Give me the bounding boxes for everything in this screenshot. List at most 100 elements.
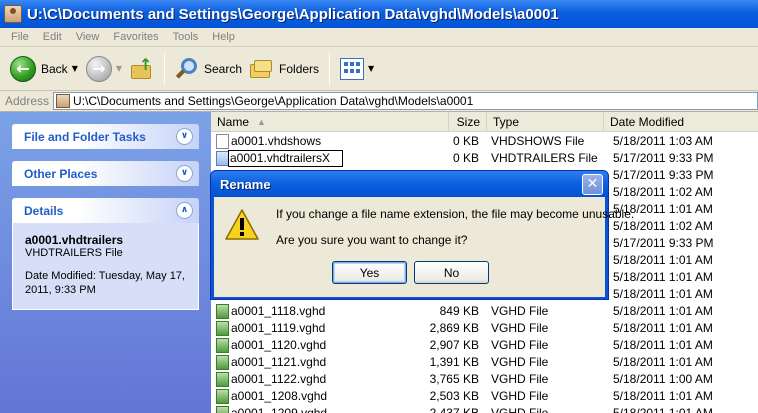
views-icon xyxy=(340,57,365,80)
file-date-cell: 5/18/2011 1:01 AM xyxy=(613,304,713,318)
chevron-down-icon[interactable]: ∨ xyxy=(176,128,193,145)
file-date-cell: 5/17/2011 9:33 PM xyxy=(613,236,714,250)
menu-file[interactable]: File xyxy=(4,31,36,43)
up-button[interactable]: ↑ xyxy=(126,52,158,86)
chevron-up-icon[interactable]: ∧ xyxy=(176,202,193,219)
rename-dialog: Rename ✕ If you change a file name exten… xyxy=(210,170,634,300)
file-type-cell: VHDSHOWS File xyxy=(491,134,585,148)
vghd-file-icon xyxy=(216,338,229,353)
vghd-file-icon xyxy=(216,372,229,387)
file-type-cell: VGHD File xyxy=(491,338,549,352)
table-row[interactable]: a0001_1208.vghd 2,503 KB VGHD File 5/18/201… xyxy=(211,388,758,405)
file-size-cell: 2,437 KB xyxy=(429,406,479,413)
other-places-header[interactable]: Other Places ∨ xyxy=(12,161,199,186)
table-row[interactable]: a0001_1118.vghd 849 KB VGHD File 5/18/2011 … xyxy=(211,303,758,320)
forward-arrow-icon: → xyxy=(85,55,112,82)
yes-button[interactable]: Yes xyxy=(332,261,407,284)
file-date-cell: 5/17/2011 9:33 PM xyxy=(613,168,714,182)
folders-label: Folders xyxy=(279,61,320,76)
no-button[interactable]: No xyxy=(414,261,489,284)
details-file-type: VHDTRAILERS File xyxy=(25,247,123,259)
list-header: Name ▲ Size Type Date Modified xyxy=(211,112,758,132)
file-type-cell: VGHD File xyxy=(491,321,549,335)
details-file-name: a0001.vhdtrailers xyxy=(25,233,124,247)
file-folder-tasks-title: File and Folder Tasks xyxy=(24,129,146,144)
table-row[interactable]: a0001_1209.vghd 2,437 KB VGHD File 5/18/201… xyxy=(211,405,758,413)
table-row[interactable]: a0001.vhdtrailersX 0 KB VHDTRAILERS File 5/… xyxy=(211,150,758,167)
back-label: Back xyxy=(41,61,68,76)
details-date-modified: Date Modified: Tuesday, May 17, 2011, 9:… xyxy=(25,270,185,296)
file-name-cell: a0001_1118.vghd xyxy=(231,304,326,318)
file-type-cell: VGHD File xyxy=(491,389,549,403)
menu-tools[interactable]: Tools xyxy=(166,31,206,43)
file-date-cell: 5/18/2011 1:01 AM xyxy=(613,253,713,267)
file-name-cell: a0001.vhdshows xyxy=(231,134,322,148)
file-date-cell: 5/17/2011 9:33 PM xyxy=(613,151,714,165)
chevron-down-icon[interactable]: ∨ xyxy=(176,165,193,182)
file-date-cell: 5/18/2011 1:02 AM xyxy=(613,219,713,233)
file-date-cell: 5/18/2011 1:01 AM xyxy=(613,321,713,335)
file-date-cell: 5/18/2011 1:01 AM xyxy=(613,270,713,284)
views-dropdown-icon[interactable]: ▼ xyxy=(368,64,374,73)
table-row[interactable]: a0001_1120.vghd 2,907 KB VGHD File 5/18/201… xyxy=(211,337,758,354)
column-date-label: Date Modified xyxy=(610,115,685,129)
file-date-cell: 5/18/2011 1:02 AM xyxy=(613,185,713,199)
window-titlebar[interactable]: U:\C\Documents and Settings\George\Appli… xyxy=(0,0,758,28)
forward-dropdown-icon[interactable]: ▼ xyxy=(116,64,122,73)
column-header-date[interactable]: Date Modified xyxy=(604,112,758,132)
search-button[interactable]: Search xyxy=(171,52,246,86)
window-title: U:\C\Documents and Settings\George\Appli… xyxy=(27,5,559,23)
menu-edit[interactable]: Edit xyxy=(36,31,69,43)
menu-view[interactable]: View xyxy=(69,31,107,43)
vghd-file-icon xyxy=(216,389,229,404)
dialog-titlebar[interactable]: Rename ✕ xyxy=(211,171,608,197)
forward-button[interactable]: → ▼ xyxy=(82,52,126,86)
menu-help[interactable]: Help xyxy=(205,31,242,43)
folder-user-icon xyxy=(4,5,22,23)
folder-up-icon: ↑ xyxy=(130,56,154,81)
file-size-cell: 0 KB xyxy=(452,151,479,165)
back-arrow-icon: ← xyxy=(10,55,36,82)
table-row[interactable]: a0001_1122.vghd 3,765 KB VGHD File 5/18/201… xyxy=(211,371,758,388)
back-button[interactable]: ← Back ▼ xyxy=(6,52,82,86)
menu-favorites[interactable]: Favorites xyxy=(106,31,165,43)
file-name-cell: a0001_1120.vghd xyxy=(231,338,327,352)
file-name-cell: a0001_1119.vghd xyxy=(231,321,326,335)
address-input[interactable]: U:\C\Documents and Settings\George\Appli… xyxy=(53,92,758,110)
warning-icon xyxy=(225,209,259,240)
table-row[interactable]: a0001_1119.vghd 2,869 KB VGHD File 5/18/201… xyxy=(211,320,758,337)
search-label: Search xyxy=(204,61,243,76)
rename-input[interactable]: a0001.vhdtrailersX xyxy=(228,150,344,167)
views-button[interactable]: ▼ xyxy=(336,52,378,86)
file-name-cell: a0001_1208.vghd xyxy=(231,389,328,403)
other-places-panel: Other Places ∨ xyxy=(12,161,199,186)
dialog-title: Rename xyxy=(220,176,271,192)
column-header-size[interactable]: Size xyxy=(449,112,487,132)
other-places-title: Other Places xyxy=(24,166,98,181)
dialog-question: Are you sure you want to change it? xyxy=(276,233,468,247)
table-row[interactable]: a0001.vhdshows 0 KB VHDSHOWS File 5/18/2011… xyxy=(211,133,758,150)
back-dropdown-icon[interactable]: ▼ xyxy=(72,64,78,73)
close-icon[interactable]: ✕ xyxy=(582,173,603,195)
folders-button[interactable]: Folders xyxy=(246,52,323,86)
file-type-cell: VGHD File xyxy=(491,406,549,413)
address-label: Address xyxy=(5,94,50,108)
file-name-cell: a0001_1121.vghd xyxy=(231,355,327,369)
file-icon xyxy=(216,134,229,149)
table-row[interactable]: a0001_1121.vghd 1,391 KB VGHD File 5/18/201… xyxy=(211,354,758,371)
toolbar-separator xyxy=(164,52,165,85)
details-body: a0001.vhdtrailers VHDTRAILERS File Date … xyxy=(12,223,199,310)
toolbar-separator xyxy=(329,52,331,85)
details-header[interactable]: Details ∧ xyxy=(12,198,199,223)
column-header-name[interactable]: Name ▲ xyxy=(211,112,449,132)
column-header-type[interactable]: Type xyxy=(487,112,604,132)
file-size-cell: 3,765 KB xyxy=(429,372,479,386)
address-value: U:\C\Documents and Settings\George\Appli… xyxy=(73,94,474,108)
file-size-cell: 2,503 KB xyxy=(429,389,479,403)
dialog-body: If you change a file name extension, the… xyxy=(214,197,634,297)
file-type-cell: VGHD File xyxy=(491,304,549,318)
file-date-cell: 5/18/2011 1:01 AM xyxy=(613,287,713,301)
column-type-label: Type xyxy=(493,115,520,129)
menu-bar: File Edit View Favorites Tools Help xyxy=(0,28,758,47)
file-folder-tasks-header[interactable]: File and Folder Tasks ∨ xyxy=(12,124,199,149)
